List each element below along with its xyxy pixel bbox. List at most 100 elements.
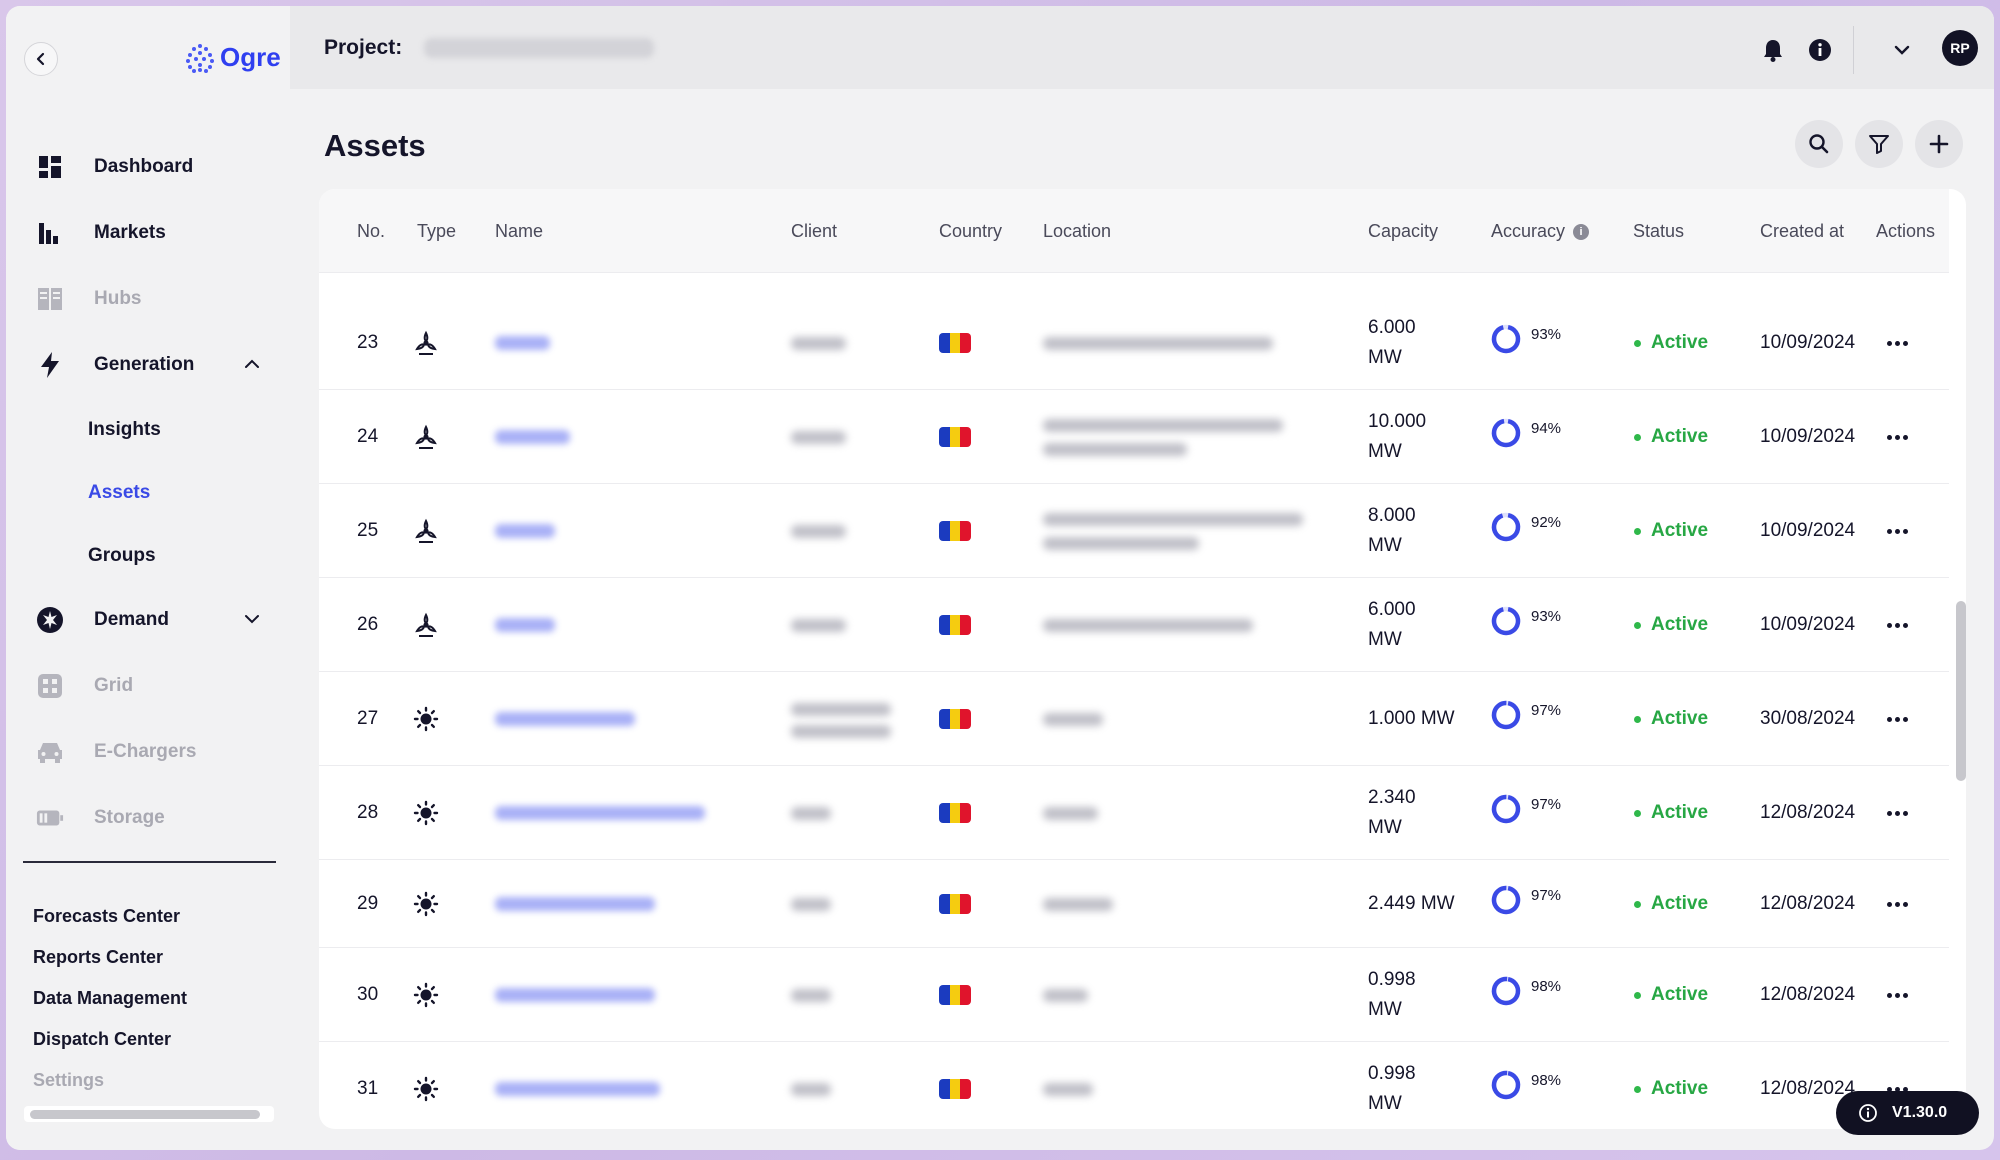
brand-logo[interactable]: Ogre: [186, 42, 281, 73]
accuracy-ring-icon: [1489, 416, 1523, 455]
link-reports-center[interactable]: Reports Center: [33, 937, 187, 978]
sidebar-item-e-chargers[interactable]: E-Chargers: [6, 719, 290, 785]
romania-flag-icon: [939, 615, 971, 635]
accuracy-info-icon[interactable]: i: [1573, 223, 1590, 240]
chevron-down-icon[interactable]: [244, 611, 260, 627]
sidebar-subitem-assets[interactable]: Assets: [6, 461, 290, 524]
table-scrollbar-thumb[interactable]: [1956, 601, 1966, 781]
sidebar-item-hubs[interactable]: Hubs: [6, 266, 290, 332]
user-avatar[interactable]: RP: [1942, 30, 1978, 66]
column-header-client[interactable]: Client: [791, 221, 837, 242]
capacity-value: 6.000 MW: [1368, 595, 1416, 655]
solar-sun-icon: [413, 891, 439, 923]
table-row[interactable]: 24 10.000 MW 94% Active 10/09/2024: [319, 390, 1949, 484]
asset-name-link[interactable]: [495, 988, 655, 1002]
status-label: Active: [1651, 984, 1709, 1005]
sidebar-item-grid[interactable]: Grid: [6, 653, 290, 719]
column-header-status[interactable]: Status: [1633, 221, 1684, 242]
link-forecasts-center[interactable]: Forecasts Center: [33, 896, 187, 937]
row-actions-more-icon[interactable]: [1887, 341, 1908, 346]
client-name: [791, 898, 831, 911]
capacity-line2: MW: [1368, 535, 1402, 556]
table-row[interactable]: 29 2.449 MW 97% Active 12/08/2024: [319, 860, 1949, 948]
version-badge[interactable]: V1.30.0: [1836, 1091, 1979, 1135]
romania-flag-icon: [939, 333, 971, 353]
romania-flag-icon: [939, 521, 971, 541]
sidebar-item-demand[interactable]: Demand: [6, 587, 290, 653]
link-settings[interactable]: Settings: [33, 1060, 187, 1101]
row-actions-more-icon[interactable]: [1887, 623, 1908, 628]
search-button[interactable]: [1795, 120, 1843, 168]
link-data-management[interactable]: Data Management: [33, 978, 187, 1019]
status-label: Active: [1651, 520, 1709, 541]
created-at-date: 10/09/2024: [1760, 520, 1856, 541]
column-header-country[interactable]: Country: [939, 221, 1002, 242]
client-name: [791, 1083, 831, 1096]
client-name: [791, 431, 846, 444]
sidebar-item-dashboard[interactable]: Dashboard: [6, 134, 290, 200]
table-row[interactable]: 30 0.998 MW 98% Active 12/08/2024: [319, 948, 1949, 1042]
asset-name-link[interactable]: [495, 897, 655, 911]
row-actions-more-icon[interactable]: [1887, 811, 1908, 816]
hubs-icon: [36, 285, 64, 313]
asset-name-link[interactable]: [495, 1082, 660, 1096]
collapse-sidebar-button[interactable]: [24, 42, 58, 76]
sidebar-item-markets[interactable]: Markets: [6, 200, 290, 266]
column-header-name[interactable]: Name: [495, 221, 543, 242]
link-dispatch-center[interactable]: Dispatch Center: [33, 1019, 187, 1060]
add-asset-button[interactable]: [1915, 120, 1963, 168]
chevron-left-icon: [36, 52, 45, 66]
search-icon: [1809, 134, 1829, 154]
filter-button[interactable]: [1855, 120, 1903, 168]
asset-name-link[interactable]: [495, 618, 555, 632]
accuracy-percent: 93%: [1531, 326, 1562, 343]
chevron-up-icon[interactable]: [244, 356, 260, 372]
sidebar-scrollbar-thumb[interactable]: [30, 1110, 260, 1119]
asset-name-link[interactable]: [495, 430, 570, 444]
row-actions-more-icon[interactable]: [1887, 902, 1908, 907]
capacity-line1: 2.340: [1368, 787, 1416, 808]
capacity-value: 2.449 MW: [1368, 889, 1455, 919]
table-row[interactable]: 27 1.000 MW 97% Active 30/08/2024: [319, 672, 1949, 766]
sidebar-item-storage[interactable]: Storage: [6, 785, 290, 851]
capacity-line1: 10.000: [1368, 411, 1427, 432]
column-header-type[interactable]: Type: [417, 221, 456, 242]
sidebar-item-generation[interactable]: Generation: [6, 332, 290, 398]
cell-no: 23: [357, 332, 379, 353]
created-at-date: 10/09/2024: [1760, 614, 1856, 635]
location-text: [1043, 619, 1253, 632]
row-actions-more-icon[interactable]: [1887, 435, 1908, 440]
status-label: Active: [1651, 802, 1709, 823]
sidebar-scrollbar[interactable]: [24, 1106, 274, 1122]
sidebar-subitem-groups[interactable]: Groups: [6, 524, 290, 587]
status-dot-icon: [1634, 1085, 1641, 1093]
asset-name-link[interactable]: [495, 336, 550, 350]
column-header-no[interactable]: No.: [357, 221, 385, 242]
logo-mark-icon: [186, 43, 214, 73]
info-icon[interactable]: [1806, 36, 1834, 64]
asset-name-link[interactable]: [495, 806, 705, 820]
cell-no: 29: [357, 893, 379, 914]
solar-sun-icon: [413, 982, 439, 1014]
table-row[interactable]: 28 2.340 MW 97% Active 12/08/2024: [319, 766, 1949, 860]
sidebar-subitem-insights[interactable]: Insights: [6, 398, 290, 461]
project-selector[interactable]: [424, 38, 654, 58]
row-actions-more-icon[interactable]: [1887, 993, 1908, 998]
table-row[interactable]: 31 0.998 MW 98% Active 12/08/2024: [319, 1042, 1949, 1129]
table-row[interactable]: 26 6.000 MW 93% Active 10/09/2024: [319, 578, 1949, 672]
table-row[interactable]: 23 6.000 MW 93% Active 10/09/2024: [319, 296, 1949, 390]
notifications-bell-icon[interactable]: [1759, 36, 1787, 64]
asset-name-link[interactable]: [495, 524, 555, 538]
row-actions-more-icon[interactable]: [1887, 717, 1908, 722]
account-menu-chevron-icon[interactable]: [1888, 36, 1916, 64]
column-header-capacity[interactable]: Capacity: [1368, 221, 1438, 242]
accuracy-percent: 98%: [1531, 978, 1562, 995]
status-label: Active: [1651, 332, 1709, 353]
row-actions-more-icon[interactable]: [1887, 529, 1908, 534]
accuracy-ring-icon: [1489, 510, 1523, 549]
column-header-accuracy[interactable]: Accuracy i: [1491, 221, 1590, 242]
table-row[interactable]: 25 8.000 MW 92% Active 10/09/2024: [319, 484, 1949, 578]
column-header-created-at[interactable]: Created at: [1760, 221, 1844, 242]
column-header-location[interactable]: Location: [1043, 221, 1111, 242]
asset-name-link[interactable]: [495, 712, 635, 726]
